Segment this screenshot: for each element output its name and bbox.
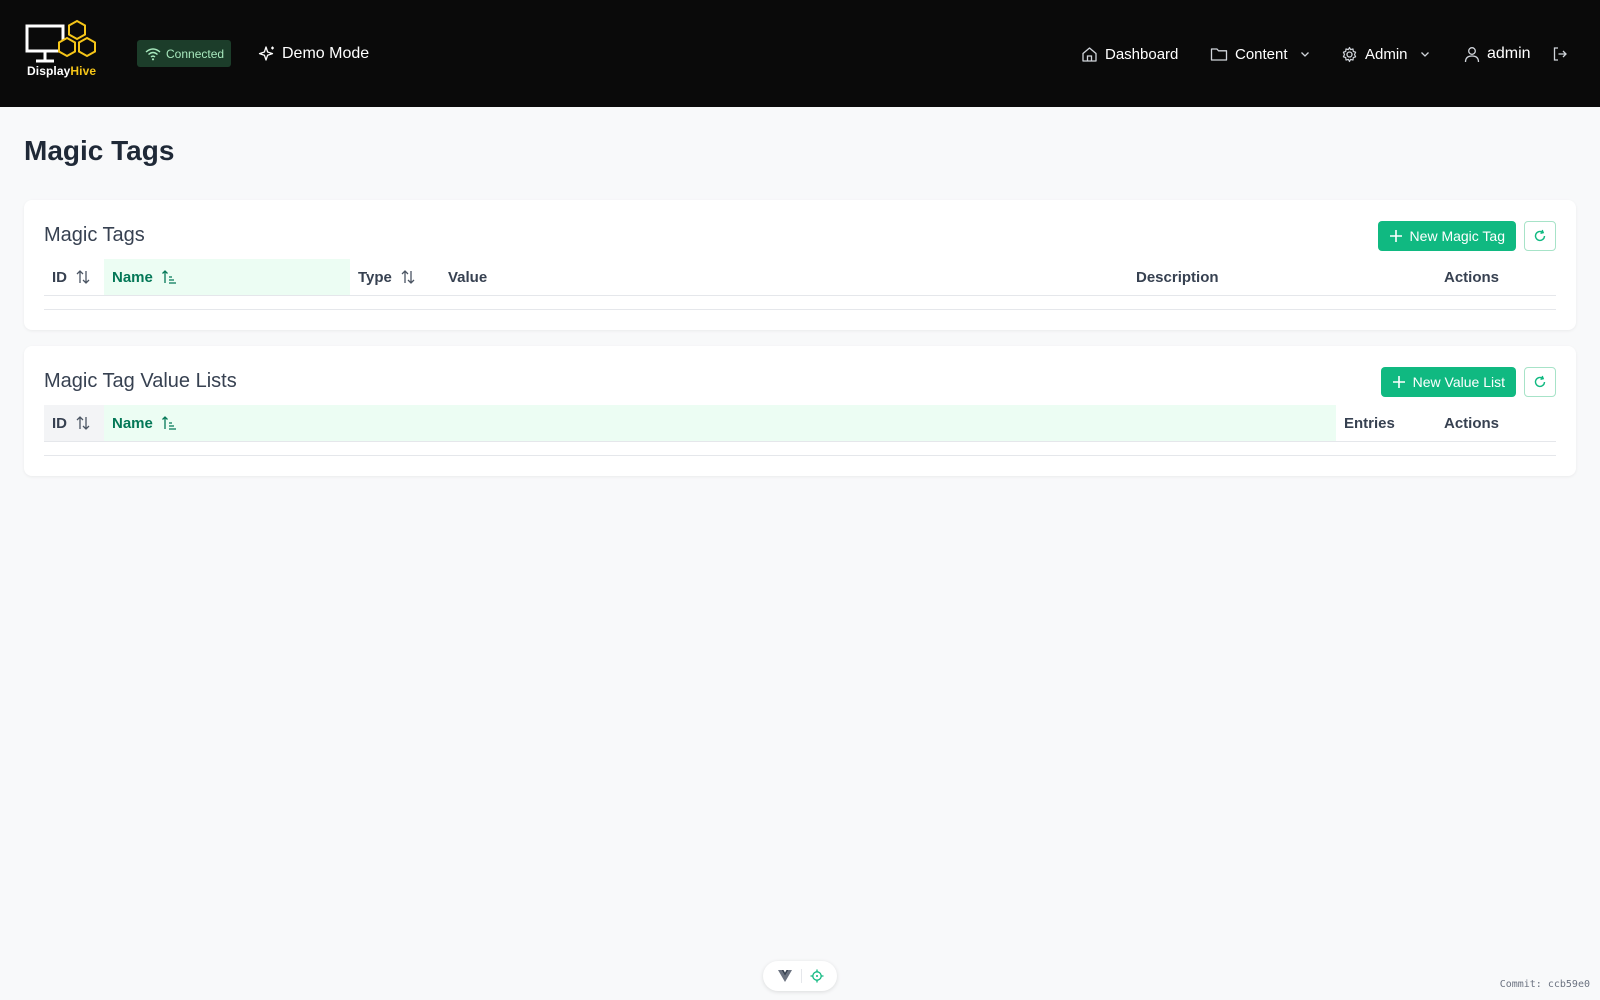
new-value-list-label: New Value List	[1412, 374, 1505, 390]
logo-text: DisplayHive	[27, 64, 97, 78]
refresh-value-lists-button[interactable]	[1524, 367, 1556, 397]
vue-logo-icon	[777, 970, 792, 982]
value-lists-table-body-empty	[44, 455, 1556, 456]
new-magic-tag-button[interactable]: New Magic Tag	[1377, 221, 1516, 251]
plus-icon	[1389, 230, 1402, 242]
value-lists-card-title: Magic Tag Value Lists	[44, 370, 237, 392]
chevron-down-icon	[1420, 52, 1429, 57]
plus-icon	[1392, 376, 1405, 388]
demo-mode-label: Demo Mode	[282, 45, 370, 62]
column-header-name[interactable]: Name	[104, 405, 1336, 441]
magic-tags-table-header: ID Name Type Value Description Actions	[44, 259, 1556, 296]
user-menu[interactable]: admin	[1464, 40, 1531, 68]
sort-icon	[76, 416, 90, 430]
nav-item-dashboard-label: Dashboard	[1105, 45, 1179, 63]
refresh-icon	[1534, 375, 1546, 388]
refresh-magic-tags-button[interactable]	[1524, 221, 1556, 251]
new-magic-tag-label: New Magic Tag	[1409, 228, 1505, 244]
nav-item-content-label: Content	[1235, 45, 1288, 63]
sort-ascending-icon	[161, 270, 176, 284]
logout-icon	[1553, 47, 1567, 61]
displayhive-logo[interactable]: DisplayHive	[24, 16, 104, 82]
devtools-toggle[interactable]	[763, 961, 837, 991]
commit-hash: Commit: ccb59e0	[1499, 979, 1590, 990]
page-title: Magic Tags	[24, 135, 175, 166]
top-navbar: DisplayHive Connected Demo Mode Dashboar…	[0, 0, 1600, 107]
connection-status-label: Connected	[166, 46, 225, 61]
nav-item-content[interactable]: Content	[1210, 40, 1311, 68]
chevron-down-icon	[1300, 52, 1309, 57]
value-lists-table-header: ID Name Entries Actions	[44, 405, 1556, 442]
column-header-actions: Actions	[1444, 414, 1500, 432]
sort-ascending-icon	[161, 416, 176, 430]
nav-item-dashboard[interactable]: Dashboard	[1081, 40, 1178, 68]
column-header-id[interactable]: ID	[44, 405, 104, 441]
column-header-entries: Entries	[1344, 414, 1395, 432]
sort-icon	[76, 270, 90, 284]
magic-tags-card: Magic Tags New Magic Tag ID Name Type Va…	[24, 200, 1576, 330]
sparkles-icon	[258, 46, 274, 61]
home-icon	[1082, 46, 1097, 62]
column-header-value: Value	[448, 268, 488, 286]
magic-tags-card-title: Magic Tags	[44, 224, 145, 246]
sort-icon	[401, 270, 415, 284]
logout-button[interactable]	[1552, 40, 1568, 68]
connection-status-badge: Connected	[137, 40, 231, 67]
user-icon	[1464, 46, 1480, 62]
magic-tags-table-body-empty	[44, 309, 1556, 310]
wifi-icon	[145, 47, 161, 60]
new-value-list-button[interactable]: New Value List	[1380, 367, 1516, 397]
demo-mode-indicator: Demo Mode	[258, 42, 369, 66]
user-name: admin	[1487, 45, 1531, 62]
refresh-icon	[1534, 229, 1546, 242]
target-icon	[810, 969, 823, 983]
gear-icon	[1342, 46, 1357, 62]
nav-item-admin-label: Admin	[1365, 45, 1408, 63]
logo-mark	[25, 19, 96, 63]
devtools-separator	[800, 969, 802, 983]
nav-item-admin[interactable]: Admin	[1341, 40, 1431, 68]
column-header-name[interactable]: Name	[104, 259, 350, 295]
column-header-type[interactable]: Type	[350, 259, 440, 295]
column-header-id[interactable]: ID	[44, 259, 104, 295]
value-lists-card: Magic Tag Value Lists New Value List ID …	[24, 346, 1576, 476]
folder-icon	[1210, 48, 1228, 61]
column-header-description: Description	[1136, 268, 1219, 286]
column-header-actions: Actions	[1444, 268, 1500, 286]
